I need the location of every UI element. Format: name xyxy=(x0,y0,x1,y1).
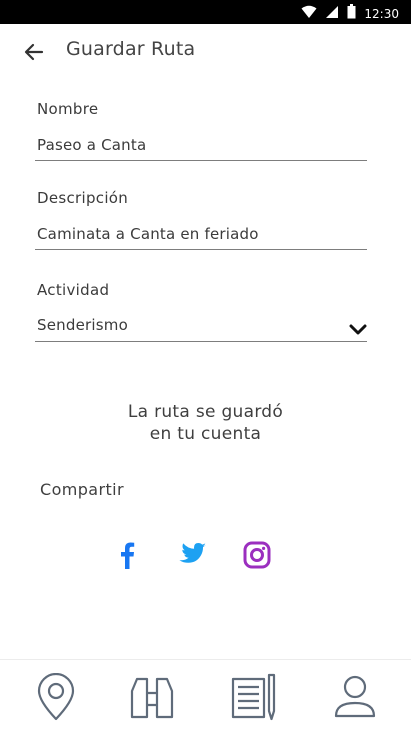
bottom-navigation xyxy=(0,659,411,731)
saved-message-line2: en tu cuenta xyxy=(149,424,262,444)
instagram-icon[interactable] xyxy=(241,538,273,572)
status-icons: 12:30 xyxy=(301,4,399,23)
saved-message-line1: La ruta se guardó xyxy=(127,402,284,422)
cell-signal-icon xyxy=(325,4,339,23)
battery-icon xyxy=(347,4,356,23)
app-bar: Guardar Ruta xyxy=(0,24,411,80)
twitter-icon[interactable] xyxy=(176,538,208,572)
activity-label: Actividad xyxy=(37,281,110,299)
arrow-left-icon[interactable] xyxy=(22,40,46,64)
description-field-underline xyxy=(35,249,367,250)
status-time: 12:30 xyxy=(364,6,399,21)
facebook-icon[interactable] xyxy=(111,538,143,572)
name-label: Nombre xyxy=(37,100,99,118)
activity-select-underline xyxy=(35,341,367,342)
wifi-icon xyxy=(301,4,317,23)
profile-icon[interactable] xyxy=(331,672,379,722)
page-title: Guardar Ruta xyxy=(66,38,196,60)
description-label: Descripción xyxy=(37,189,129,207)
map-pin-icon[interactable] xyxy=(32,672,80,722)
share-label: Compartir xyxy=(40,480,124,499)
binoculars-icon[interactable] xyxy=(128,672,176,722)
description-field[interactable]: Caminata a Canta en feriado xyxy=(37,225,259,243)
status-bar: 12:30 xyxy=(0,0,411,24)
chevron-down-icon[interactable] xyxy=(349,322,367,336)
name-field-underline xyxy=(35,160,367,161)
activity-select[interactable]: Senderismo xyxy=(37,316,128,334)
notes-icon[interactable] xyxy=(230,672,278,722)
name-field[interactable]: Paseo a Canta xyxy=(37,136,146,154)
